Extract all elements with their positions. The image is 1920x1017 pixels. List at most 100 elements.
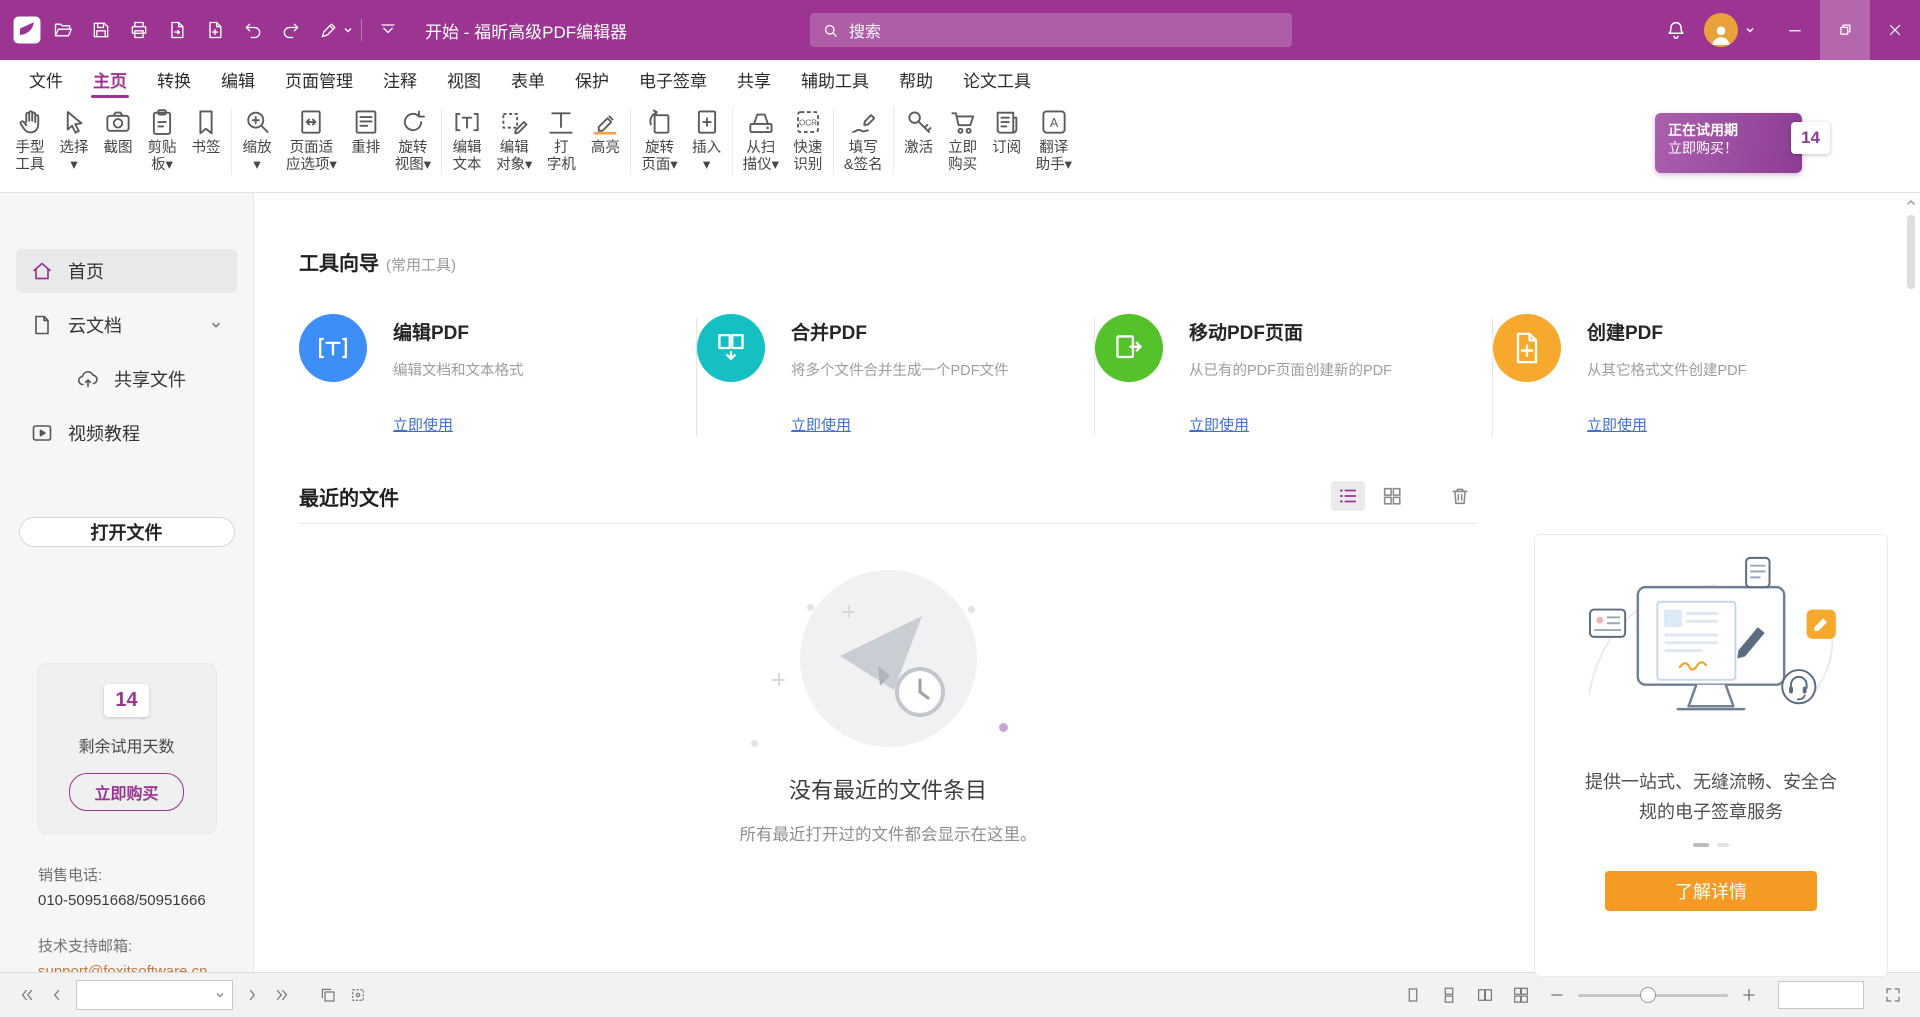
clear-recent-button[interactable] (1443, 481, 1477, 511)
ribbon-highlight[interactable]: 高亮 (583, 104, 627, 160)
menu-file[interactable]: 文件 (14, 60, 78, 98)
clipboard-icon (147, 107, 177, 137)
facing-view-icon (1476, 986, 1494, 1004)
ribbon-select[interactable]: 选择 ▾ (52, 104, 96, 177)
previous-page-button[interactable] (42, 980, 72, 1010)
use-now-link[interactable]: 立即使用 (1189, 414, 1249, 435)
use-now-link[interactable]: 立即使用 (791, 414, 851, 435)
ribbon-edit-text[interactable]: 编辑 文本 (445, 104, 489, 177)
carousel-dots (1693, 843, 1729, 847)
zoom-slider-thumb[interactable] (1640, 987, 1656, 1003)
zoom-out-button[interactable] (1542, 980, 1572, 1010)
ribbon-activate[interactable]: 激活 (897, 104, 941, 160)
menu-form[interactable]: 表单 (496, 60, 560, 98)
minimize-button[interactable] (1770, 0, 1820, 60)
snapshot-view-button[interactable] (313, 980, 343, 1010)
chevron-down-icon[interactable] (209, 318, 223, 332)
trial-info-card: 14 剩余试用天数 立即购买 (37, 663, 217, 834)
menu-home[interactable]: 主页 (78, 60, 142, 98)
menu-edit[interactable]: 编辑 (206, 60, 270, 98)
ribbon-tool-label: 翻译 助手▾ (1036, 140, 1072, 174)
sidebar-item-home[interactable]: 首页 (16, 249, 237, 293)
ribbon-typewriter[interactable]: 打 字机 (539, 104, 583, 177)
chevron-down-icon[interactable] (342, 24, 354, 36)
sidebar-item-shared-files[interactable]: 共享文件 (16, 357, 237, 401)
trial-buy-badge[interactable]: 正在试用期 立即购买！ 14 (1655, 113, 1802, 173)
notifications-button[interactable] (1656, 10, 1696, 50)
ribbon-buy-now[interactable]: 立即 购买 (941, 104, 985, 177)
menu-paper-tools[interactable]: 论文工具 (948, 60, 1046, 98)
ribbon-fill-sign[interactable]: 填写 &签名 (837, 104, 890, 177)
list-view-button[interactable] (1331, 481, 1365, 511)
ribbon-rotate-view[interactable]: 旋转 视图▾ (388, 104, 438, 177)
restore-button[interactable] (1820, 0, 1870, 60)
grid-view-icon (1381, 485, 1403, 507)
page-number-input[interactable] (77, 987, 214, 1003)
close-button[interactable] (1870, 0, 1920, 60)
sidebar-item-cloud-docs[interactable]: 云文档 (16, 303, 237, 347)
ribbon-quick-ocr[interactable]: OCR 快速 识别 (786, 104, 830, 177)
export-pdf-button[interactable] (158, 10, 196, 50)
carousel-dot-active[interactable] (1693, 843, 1709, 847)
ribbon-from-scanner[interactable]: 从扫 描仪▾ (736, 104, 786, 177)
search-box[interactable]: 搜索 (810, 13, 1292, 47)
save-button[interactable] (82, 10, 120, 50)
menu-help[interactable]: 帮助 (884, 60, 948, 98)
ribbon-reflow[interactable]: 重排 (344, 104, 388, 160)
ribbon-insert-pages[interactable]: 插入 ▾ (685, 104, 729, 177)
ribbon-edit-object[interactable]: 编辑 对象▾ (489, 104, 539, 177)
account-chevron-down-icon[interactable] (1744, 24, 1756, 36)
use-now-link[interactable]: 立即使用 (393, 414, 453, 435)
content-scrollbar[interactable] (1904, 195, 1918, 970)
print-button[interactable] (120, 10, 158, 50)
first-page-button[interactable] (12, 980, 42, 1010)
use-now-link[interactable]: 立即使用 (1587, 414, 1647, 435)
next-page-button[interactable] (237, 980, 267, 1010)
continuous-view-button[interactable] (1434, 980, 1464, 1010)
ribbon-snapshot[interactable]: 截图 (96, 104, 140, 160)
open-file-button[interactable] (44, 10, 82, 50)
menu-protect[interactable]: 保护 (560, 60, 624, 98)
zoom-percent-input[interactable] (1779, 982, 1875, 1008)
zoom-in-button[interactable] (1734, 980, 1764, 1010)
sidebar-item-video-tutorials[interactable]: 视频教程 (16, 411, 237, 455)
redo-button[interactable] (272, 10, 310, 50)
create-pdf-button[interactable] (196, 10, 234, 50)
collapse-toolbar-button[interactable] (369, 10, 407, 50)
ribbon-rotate-pages[interactable]: 旋转 页面▾ (634, 104, 684, 177)
create-pdf-icon (205, 20, 225, 40)
empty-state-title: 没有最近的文件条目 (789, 773, 987, 805)
grid-view-button[interactable] (1375, 481, 1409, 511)
page-dropdown-chevron-icon[interactable] (214, 989, 226, 1001)
ribbon-clipboard[interactable]: 剪贴 板▾ (140, 104, 184, 177)
menu-share[interactable]: 共享 (722, 60, 786, 98)
ribbon-bookmark[interactable]: 书签 (184, 104, 228, 160)
facing-continuous-view-button[interactable] (1506, 980, 1536, 1010)
avatar[interactable] (1704, 13, 1738, 47)
ribbon-subscribe[interactable]: 订阅 (985, 104, 1029, 160)
single-page-view-button[interactable] (1398, 980, 1428, 1010)
ribbon-translate-assistant[interactable]: A 翻译 助手▾ (1029, 104, 1079, 177)
scroll-up-icon[interactable] (1905, 197, 1917, 209)
menu-comment[interactable]: 注释 (368, 60, 432, 98)
fullscreen-button[interactable] (1878, 980, 1908, 1010)
highlight-icon (590, 107, 620, 137)
menu-convert[interactable]: 转换 (142, 60, 206, 98)
open-file-button-sidebar[interactable]: 打开文件 (19, 517, 235, 547)
clipboard-view-button[interactable] (343, 980, 373, 1010)
buy-now-button[interactable]: 立即购买 (69, 773, 183, 811)
ribbon-zoom[interactable]: 缩放 ▾ (235, 104, 279, 177)
zoom-slider[interactable] (1578, 980, 1728, 1010)
menu-page-management[interactable]: 页面管理 (270, 60, 368, 98)
ribbon-hand-tool[interactable]: 手型 工具 (8, 104, 52, 177)
carousel-dot[interactable] (1717, 843, 1729, 847)
menu-esign[interactable]: 电子签章 (624, 60, 722, 98)
scrollbar-thumb[interactable] (1907, 215, 1915, 289)
menu-accessibility[interactable]: 辅助工具 (786, 60, 884, 98)
menu-view[interactable]: 视图 (432, 60, 496, 98)
ribbon-page-fit-options[interactable]: 页面适 应选项▾ (279, 104, 344, 177)
last-page-button[interactable] (267, 980, 297, 1010)
learn-more-button[interactable]: 了解详情 (1605, 871, 1817, 911)
facing-view-button[interactable] (1470, 980, 1500, 1010)
undo-button[interactable] (234, 10, 272, 50)
